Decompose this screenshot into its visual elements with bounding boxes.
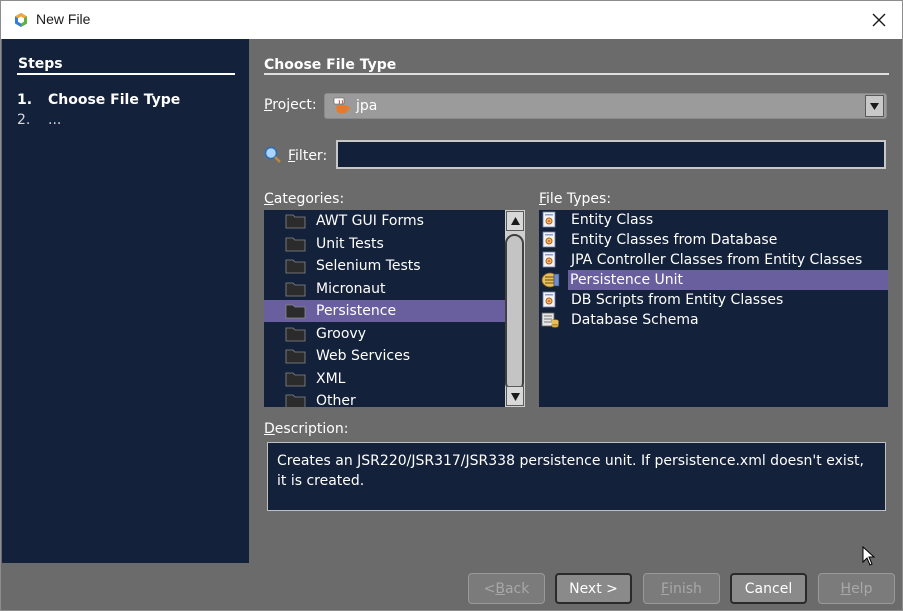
file-type-item[interactable]: DB Scripts from Entity Classes (539, 290, 888, 310)
steps-panel: Steps 1. Choose File Type 2. ... (2, 39, 249, 563)
project-combobox[interactable]: jpa (324, 93, 887, 119)
step-label: ... (48, 112, 62, 128)
next-button[interactable]: Next > (555, 573, 632, 604)
folder-icon (285, 394, 306, 407)
category-label: Unit Tests (316, 236, 384, 252)
entity-class-icon (542, 211, 556, 228)
description-label: Description: (264, 421, 349, 437)
file-types-list[interactable]: Entity Class Entity Classes from Databas… (539, 210, 888, 407)
back-button[interactable]: < Back (468, 573, 545, 604)
categories-label: Categories: (264, 191, 345, 207)
file-type-label: Entity Classes from Database (571, 232, 778, 248)
file-type-item[interactable]: Entity Class (539, 210, 888, 230)
steps-divider (17, 73, 235, 75)
project-value: jpa (356, 98, 378, 114)
step-item-1: 1. Choose File Type (17, 92, 180, 108)
category-label: Other (316, 393, 356, 407)
category-label: Micronaut (316, 281, 386, 297)
mouse-cursor-icon (862, 546, 876, 566)
categories-scrollbar[interactable] (505, 210, 525, 407)
description-text: Creates an JSR220/JSR317/JSR338 persiste… (267, 442, 886, 511)
file-type-label: Persistence Unit (570, 272, 684, 288)
category-label: XML (316, 371, 346, 387)
step-item-2: 2. ... (17, 112, 61, 128)
persistence-unit-icon (541, 272, 560, 288)
search-icon (264, 146, 281, 163)
categories-list[interactable]: AWT GUI Forms Unit Tests Selenium Tests … (264, 210, 525, 407)
file-type-label: Database Schema (571, 312, 699, 328)
finish-button[interactable]: Finish (643, 573, 720, 604)
folder-icon (285, 327, 306, 342)
arrow-down-icon (511, 393, 520, 401)
entity-class-icon (542, 291, 556, 308)
category-label: Persistence (316, 303, 397, 319)
folder-icon (285, 349, 306, 364)
file-type-label: Entity Class (571, 212, 654, 228)
project-label: Project: (264, 97, 317, 113)
java-project-icon (333, 97, 351, 114)
title-divider (264, 73, 889, 75)
chevron-down-icon (870, 103, 879, 110)
category-item[interactable]: Selenium Tests (264, 255, 505, 277)
folder-icon (285, 282, 306, 297)
entity-class-icon (542, 231, 556, 248)
scroll-down-button[interactable] (506, 386, 524, 406)
close-icon[interactable] (868, 9, 890, 31)
folder-icon (285, 304, 306, 319)
entity-class-icon (542, 251, 556, 268)
scroll-thumb[interactable] (505, 234, 524, 392)
filter-input[interactable] (336, 140, 886, 169)
file-type-item[interactable]: JPA Controller Classes from Entity Class… (539, 250, 888, 270)
file-type-item-selected[interactable]: Persistence Unit (568, 270, 888, 290)
file-type-item[interactable]: Database Schema (539, 310, 888, 330)
step-number: 1. (17, 92, 33, 108)
category-label: AWT GUI Forms (316, 213, 424, 229)
category-item-selected[interactable]: Persistence (264, 300, 505, 322)
new-file-dialog: New File Steps 1. Choose File Type 2. ..… (0, 0, 903, 611)
folder-icon (285, 259, 306, 274)
category-item[interactable]: XML (264, 368, 505, 390)
category-label: Web Services (316, 348, 411, 364)
step-number: 2. (17, 112, 31, 128)
category-label: Selenium Tests (316, 258, 421, 274)
step-label: Choose File Type (48, 92, 181, 108)
page-title: Choose File Type (264, 57, 397, 73)
title-bar: New File (1, 1, 902, 39)
folder-icon (285, 372, 306, 387)
category-item[interactable]: Other (264, 390, 505, 407)
steps-header: Steps (18, 56, 63, 72)
help-button[interactable]: Help (818, 573, 895, 604)
category-item[interactable]: AWT GUI Forms (264, 210, 505, 232)
folder-icon (285, 237, 306, 252)
file-type-item[interactable]: Entity Classes from Database (539, 230, 888, 250)
file-type-label: DB Scripts from Entity Classes (571, 292, 784, 308)
file-types-label: File Types: (539, 191, 612, 207)
category-item[interactable]: Micronaut (264, 278, 505, 300)
project-dropdown-button[interactable] (865, 95, 884, 117)
database-schema-icon (541, 312, 559, 328)
category-item[interactable]: Web Services (264, 345, 505, 367)
netbeans-logo-icon (15, 13, 27, 27)
cancel-button[interactable]: Cancel (730, 573, 807, 604)
folder-icon (285, 214, 306, 229)
category-item[interactable]: Groovy (264, 323, 505, 345)
scroll-up-button[interactable] (506, 211, 524, 231)
file-type-label: JPA Controller Classes from Entity Class… (571, 252, 863, 268)
category-item[interactable]: Unit Tests (264, 233, 505, 255)
window-title: New File (36, 11, 91, 27)
category-label: Groovy (316, 326, 366, 342)
arrow-up-icon (511, 217, 520, 225)
filter-label: Filter: (288, 148, 328, 164)
